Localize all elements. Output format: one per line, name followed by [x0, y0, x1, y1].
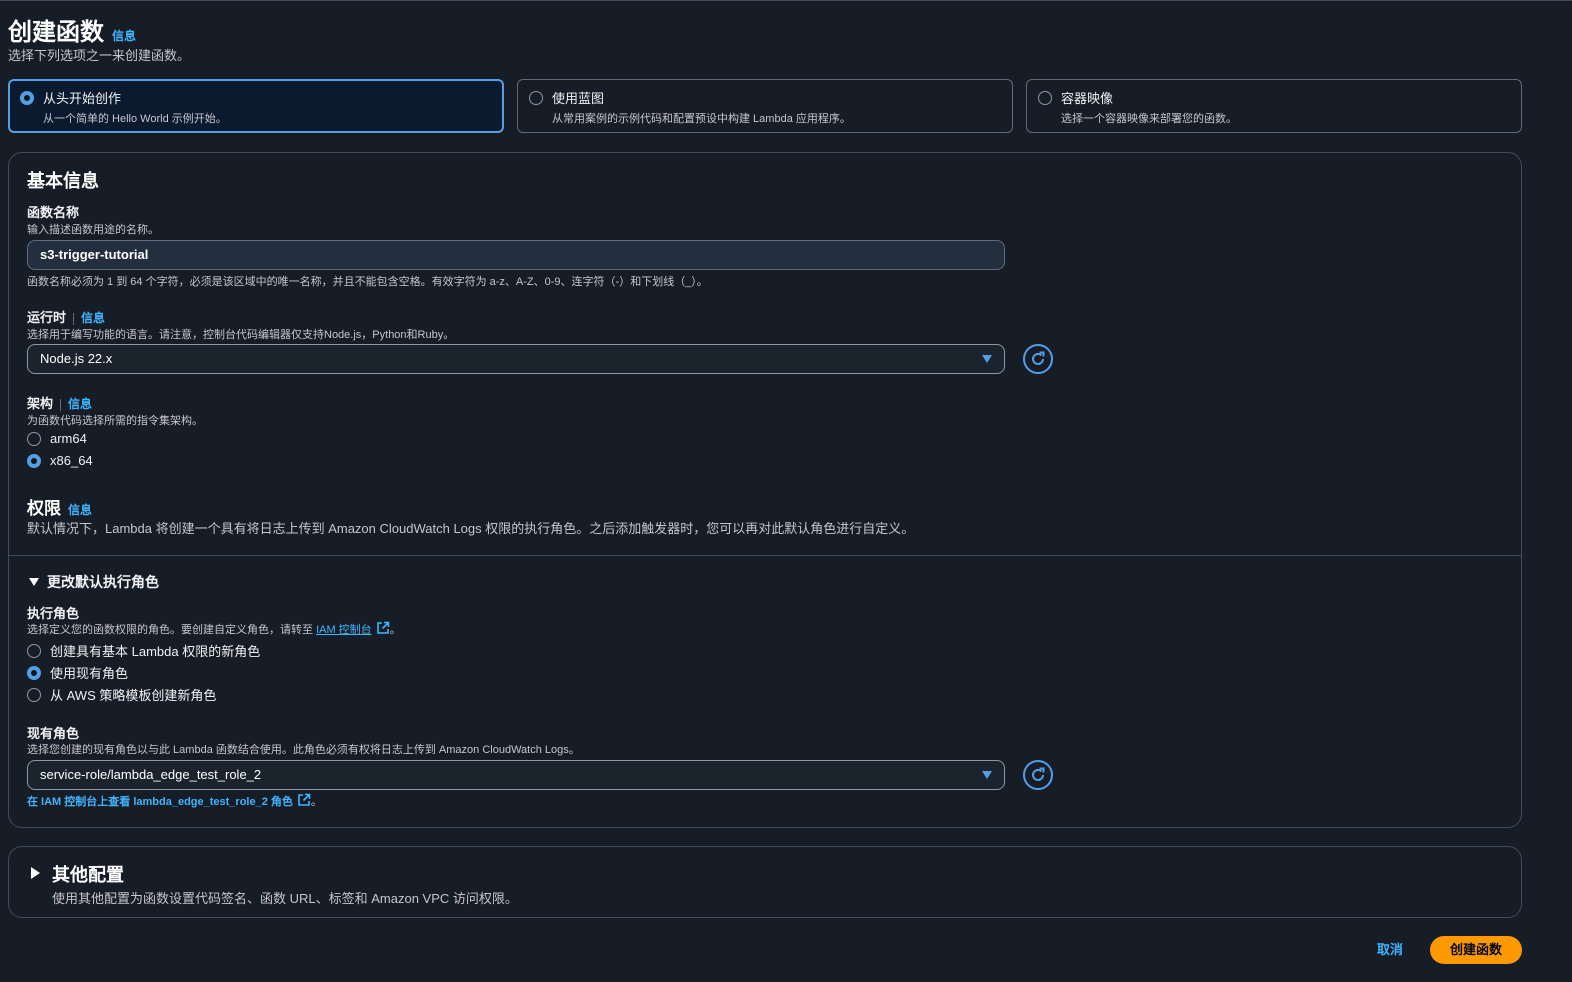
arch-option-label: x86_64	[50, 453, 93, 468]
role-refresh-button[interactable]	[1023, 760, 1053, 790]
caret-down-icon	[29, 578, 39, 586]
radio-unselected-icon[interactable]	[27, 643, 41, 658]
create-function-button[interactable]: 创建函数	[1430, 936, 1522, 964]
exec-role-desc-suffix: 。	[389, 624, 401, 636]
refresh-icon	[1032, 351, 1045, 365]
external-link-icon	[298, 793, 311, 806]
architecture-desc: 为函数代码选择所需的指令集架构。	[27, 415, 203, 427]
option-title: 从头开始创作	[43, 91, 122, 106]
architecture-info-link[interactable]: 信息	[68, 397, 92, 411]
radio-selected-icon[interactable]	[20, 91, 34, 105]
option-use-blueprint[interactable]: 使用蓝图 从常用案例的示例代码和配置预设中构建 Lambda 应用程序。	[517, 79, 1013, 133]
permissions-desc: 默认情况下，Lambda 将创建一个具有将日志上传到 Amazon CloudW…	[27, 521, 915, 536]
separator	[60, 398, 62, 411]
role-option-existing[interactable]: 使用现有角色	[27, 663, 128, 682]
iam-console-link[interactable]: IAM 控制台	[316, 624, 372, 636]
runtime-select[interactable]: Node.js 22.x	[27, 344, 1005, 374]
refresh-icon	[1032, 767, 1045, 781]
option-title: 容器映像	[1061, 91, 1114, 106]
permissions-header: 权限 信息	[27, 494, 92, 519]
function-name-constraint: 函数名称必须为 1 到 64 个字符，必须是该区域中的唯一名称，并且不能包含空格…	[27, 276, 708, 288]
additional-config-panel[interactable]: 其他配置 使用其他配置为函数设置代码签名、函数 URL、标签和 Amazon V…	[8, 846, 1522, 918]
basic-info-panel: 基本信息 函数名称 输入描述函数用途的名称。 s3-trigger-tutori…	[8, 152, 1522, 828]
arch-option-label: arm64	[50, 431, 87, 446]
existing-role-select[interactable]: service-role/lambda_edge_test_role_2	[27, 760, 1005, 790]
radio-unselected-icon[interactable]	[529, 91, 543, 105]
header-info-link[interactable]: 信息	[112, 27, 136, 44]
change-role-title: 更改默认执行角色	[47, 574, 159, 590]
change-role-toggle[interactable]: 更改默认执行角色	[29, 572, 159, 592]
page-description: 选择下列选项之一来创建函数。	[8, 48, 191, 63]
page-header: 创建函数 信息	[8, 12, 136, 47]
option-desc: 选择一个容器映像来部署您的函数。	[1061, 113, 1237, 125]
view-role-row: 在 IAM 控制台上查看 lambda_edge_test_role_2 角色 。	[27, 793, 322, 809]
section-divider	[9, 555, 1521, 556]
function-name-desc: 输入描述函数用途的名称。	[27, 224, 159, 236]
runtime-desc: 选择用于编写功能的语言。请注意，控制台代码编辑器仅支持Node.js，Pytho…	[27, 329, 455, 341]
runtime-refresh-button[interactable]	[1023, 344, 1053, 374]
runtime-label: 运行时	[27, 310, 67, 325]
option-container-image[interactable]: 容器映像 选择一个容器映像来部署您的函数。	[1026, 79, 1522, 133]
page-title: 创建函数	[8, 19, 104, 46]
exec-role-label: 执行角色	[27, 606, 80, 621]
cancel-button[interactable]: 取消	[1366, 936, 1414, 964]
view-role-in-iam-link[interactable]: 在 IAM 控制台上查看 lambda_edge_test_role_2 角色	[27, 796, 293, 808]
role-option-new-basic[interactable]: 创建具有基本 Lambda 权限的新角色	[27, 641, 260, 660]
architecture-label: 架构	[27, 396, 54, 411]
option-desc: 从一个简单的 Hello World 示例开始。	[43, 113, 227, 125]
radio-unselected-icon[interactable]	[27, 687, 41, 702]
option-author-from-scratch[interactable]: 从头开始创作 从一个简单的 Hello World 示例开始。	[8, 79, 504, 133]
additional-config-desc: 使用其他配置为函数设置代码签名、函数 URL、标签和 Amazon VPC 访问…	[52, 891, 518, 906]
runtime-info-link[interactable]: 信息	[81, 311, 105, 325]
caret-down-icon	[982, 771, 992, 779]
additional-config-title: 其他配置	[52, 865, 124, 885]
basic-info-title: 基本信息	[27, 171, 99, 191]
caret-down-icon	[982, 355, 992, 363]
option-desc: 从常用案例的示例代码和配置预设中构建 Lambda 应用程序。	[552, 113, 851, 125]
architecture-label-row: 架构 信息	[27, 393, 92, 412]
existing-role-desc: 选择您创建的现有角色以与此 Lambda 函数结合使用。此角色必须有权将日志上传…	[27, 744, 580, 756]
arch-option-x86-64[interactable]: x86_64	[27, 453, 93, 468]
top-border	[0, 0, 1572, 1]
view-role-suffix: 。	[310, 796, 322, 808]
permissions-info-link[interactable]: 信息	[68, 501, 92, 518]
option-title: 使用蓝图	[552, 91, 605, 106]
permissions-title: 权限	[27, 499, 61, 518]
separator	[73, 312, 75, 325]
radio-selected-icon[interactable]	[27, 453, 41, 468]
existing-role-select-value: service-role/lambda_edge_test_role_2	[40, 767, 262, 782]
exec-role-desc-text: 选择定义您的函数权限的角色。要创建自定义角色，请转至	[27, 624, 317, 636]
external-link-icon	[376, 621, 389, 634]
runtime-label-row: 运行时 信息	[27, 307, 105, 326]
role-option-label: 从 AWS 策略模板创建新角色	[50, 688, 217, 703]
existing-role-label: 现有角色	[27, 726, 80, 741]
role-option-label: 创建具有基本 Lambda 权限的新角色	[50, 644, 261, 659]
caret-right-icon	[31, 867, 40, 879]
exec-role-desc: 选择定义您的函数权限的角色。要创建自定义角色，请转至 IAM 控制台 。	[27, 621, 401, 637]
role-option-from-template[interactable]: 从 AWS 策略模板创建新角色	[27, 685, 216, 704]
radio-unselected-icon[interactable]	[27, 431, 41, 446]
radio-unselected-icon[interactable]	[1038, 91, 1052, 105]
radio-selected-icon[interactable]	[27, 665, 41, 680]
function-name-label: 函数名称	[27, 205, 80, 220]
runtime-select-value: Node.js 22.x	[40, 351, 113, 366]
function-name-input[interactable]: s3-trigger-tutorial	[27, 240, 1005, 270]
role-option-label: 使用现有角色	[50, 666, 129, 681]
arch-option-arm64[interactable]: arm64	[27, 431, 87, 446]
